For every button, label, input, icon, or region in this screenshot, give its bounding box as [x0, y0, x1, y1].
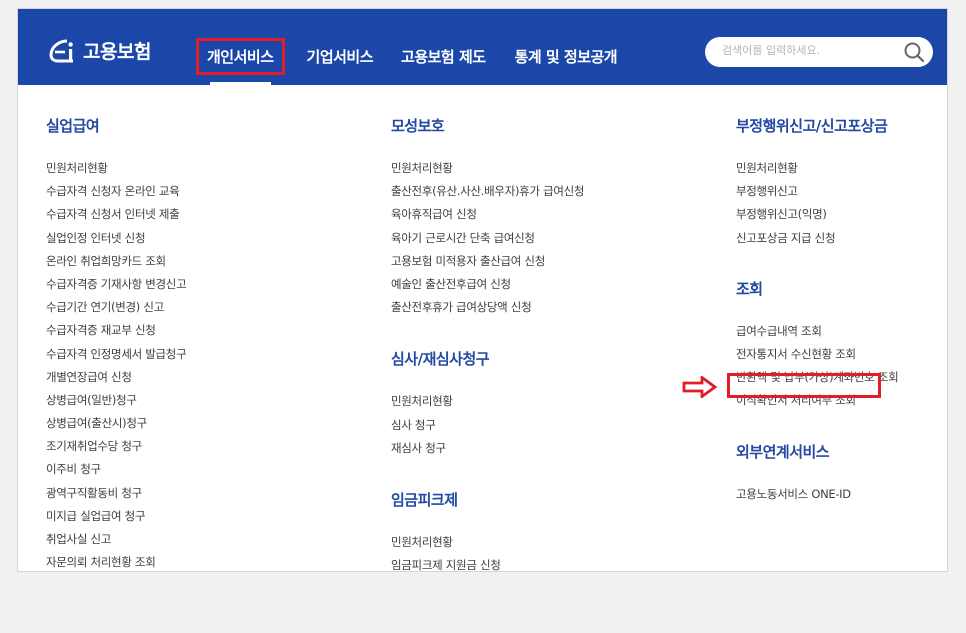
menu-link[interactable]: 민원처리현황 — [391, 390, 584, 413]
menu-link[interactable]: 상병급여(출산시)청구 — [46, 412, 186, 435]
menu-link[interactable]: 민원처리현황 — [736, 157, 898, 180]
search-input[interactable] — [722, 44, 892, 57]
menu-link[interactable]: 심사 청구 — [391, 414, 584, 437]
menu-link[interactable]: 수급기간 연기(변경) 신고 — [46, 296, 186, 319]
menu-link[interactable]: 임금피크제 지원금 신청 — [391, 554, 584, 571]
menu-link[interactable]: 수급자격증 재교부 신청 — [46, 319, 186, 342]
menu-link[interactable]: 예술인 출산전후급여 신청 — [391, 273, 584, 296]
menu-link[interactable]: 신고포상금 지급 신청 — [736, 227, 898, 250]
menu-link[interactable]: 고용노동서비스 ONE-ID — [736, 483, 898, 506]
menu-link[interactable]: 수급자격 신청자 온라인 교육 — [46, 180, 186, 203]
menu-link[interactable]: 취업사실 신고 — [46, 528, 186, 551]
menu-link[interactable]: 수급자격 인정명세서 발급청구 — [46, 343, 187, 366]
menu-link[interactable]: 민원처리현황 — [391, 157, 584, 180]
menu-column-3: 부정행위신고/신고포상금 민원처리현황 부정행위신고 부정행위신고(익명) 신고… — [736, 115, 899, 506]
menu-link[interactable]: 부정행위신고(익명) — [736, 203, 898, 226]
menu-link[interactable]: 자문의뢰 처리현황 조회 — [46, 551, 186, 571]
section-title-unemployment[interactable]: 실업급여 — [46, 115, 186, 137]
menu-column-2: 모성보호 민원처리현황 출산전후(유산.사산.배우자)휴가 급여신청 육아휴직급… — [391, 115, 585, 571]
menu-link[interactable]: 급여수급내역 조회 — [736, 320, 898, 343]
logo-text: 고용보험 — [83, 41, 151, 63]
menu-link[interactable]: 부정행위신고 — [736, 180, 898, 203]
menu-link[interactable]: 고용보험 미적용자 출산급여 신청 — [391, 250, 584, 273]
menu-link[interactable]: 민원처리현황 — [46, 157, 186, 180]
menu-frame: 고용보험 개인서비스 기업서비스 고용보험 제도 통계 및 정보공개 실업급여 … — [17, 8, 948, 572]
search-icon[interactable] — [903, 41, 925, 63]
menu-link[interactable]: 육아기 근로시간 단축 급여신청 — [391, 227, 584, 250]
menu-section-external-services: 외부연계서비스 고용노동서비스 ONE-ID — [736, 441, 898, 506]
menu-link[interactable]: 실업인정 인터넷 신청 — [46, 227, 186, 250]
menu-link[interactable]: 수급자격 신청서 인터넷 제출 — [46, 203, 186, 226]
menu-link[interactable]: 상병급여(일반)청구 — [46, 389, 186, 412]
menu-link[interactable]: 미지급 실업급여 청구 — [46, 505, 186, 528]
menu-link[interactable]: 육아휴직급여 신청 — [391, 203, 584, 226]
highlight-box — [727, 373, 881, 398]
menu-section-unemployment: 실업급여 민원처리현황 수급자격 신청자 온라인 교육 수급자격 신청서 인터넷… — [46, 115, 187, 571]
section-title-maternity[interactable]: 모성보호 — [391, 115, 584, 137]
section-title-inquiry[interactable]: 조회 — [736, 278, 898, 300]
logo-icon — [49, 39, 73, 62]
section-title-external-services[interactable]: 외부연계서비스 — [736, 441, 898, 463]
menu-link[interactable]: 이주비 청구 — [46, 458, 186, 481]
section-title-appeal[interactable]: 심사/재심사청구 — [391, 348, 584, 370]
menu-link[interactable]: 전자통지서 수신현황 조회 — [736, 343, 898, 366]
top-navigation-bar: 고용보험 개인서비스 기업서비스 고용보험 제도 통계 및 정보공개 — [18, 9, 947, 85]
menu-column-1: 실업급여 민원처리현황 수급자격 신청자 온라인 교육 수급자격 신청서 인터넷… — [46, 115, 187, 571]
menu-link[interactable]: 수급자격증 기재사항 변경신고 — [46, 273, 187, 296]
search-box — [705, 37, 933, 67]
section-title-wage-peak[interactable]: 임금피크제 — [391, 489, 584, 511]
menu-link[interactable]: 출산전후휴가 급여상당액 신청 — [391, 296, 584, 319]
menu-link[interactable]: 개별연장급여 신청 — [46, 366, 186, 389]
nav-item-statistics[interactable]: 통계 및 정보공개 — [515, 46, 618, 67]
menu-link[interactable]: 광역구직활동비 청구 — [46, 482, 186, 505]
menu-link[interactable]: 조기재취업수당 청구 — [46, 435, 186, 458]
menu-section-wage-peak: 임금피크제 민원처리현황 임금피크제 지원금 신청 — [391, 489, 584, 571]
menu-link[interactable]: 재심사 청구 — [391, 437, 584, 460]
nav-item-personal-services[interactable]: 개인서비스 — [196, 38, 285, 85]
site-logo[interactable]: 고용보험 — [47, 37, 151, 64]
red-arrow-icon — [682, 376, 718, 398]
main-nav: 개인서비스 기업서비스 고용보험 제도 통계 및 정보공개 — [196, 38, 618, 85]
menu-section-fraud-report: 부정행위신고/신고포상금 민원처리현황 부정행위신고 부정행위신고(익명) 신고… — [736, 115, 898, 250]
nav-item-business-services[interactable]: 기업서비스 — [307, 46, 374, 67]
menu-link[interactable]: 온라인 취업희망카드 조회 — [46, 250, 186, 273]
menu-section-maternity: 모성보호 민원처리현황 출산전후(유산.사산.배우자)휴가 급여신청 육아휴직급… — [391, 115, 585, 319]
section-title-fraud-report[interactable]: 부정행위신고/신고포상금 — [736, 115, 898, 137]
menu-link[interactable]: 출산전후(유산.사산.배우자)휴가 급여신청 — [391, 180, 585, 203]
menu-link[interactable]: 민원처리현황 — [391, 531, 584, 554]
menu-section-appeal: 심사/재심사청구 민원처리현황 심사 청구 재심사 청구 — [391, 348, 584, 460]
nav-item-insurance-system[interactable]: 고용보험 제도 — [401, 46, 486, 67]
